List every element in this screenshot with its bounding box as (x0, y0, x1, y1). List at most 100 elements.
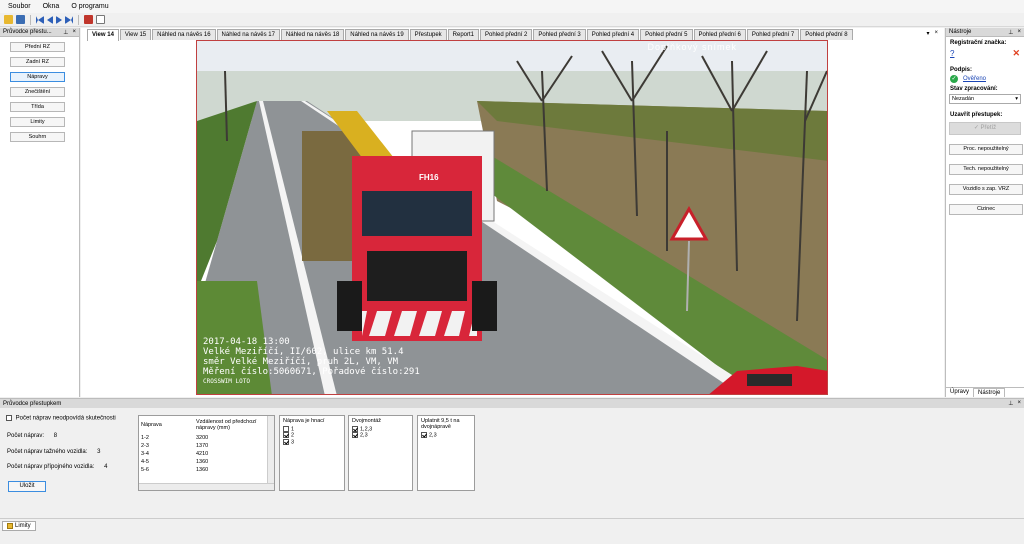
nav-button-front-plate[interactable]: Přední RZ (10, 42, 65, 52)
drive-axle-item[interactable]: 3 (283, 438, 341, 445)
apply-tandem-item[interactable]: 2,3 (421, 432, 471, 438)
tab-report[interactable]: Report1 (447, 29, 480, 40)
axle-cell: 2-3 (141, 443, 149, 449)
nav-button-pollution[interactable]: Znečištění (10, 87, 65, 97)
first-record-icon[interactable] (36, 15, 44, 24)
table-header-row: Náprava Vzdálenost od předchozí nápravy … (139, 416, 266, 434)
tab-trailer-16[interactable]: Náhled na návěs 16 (152, 29, 216, 40)
menu-o-programu[interactable]: O programu (71, 3, 108, 10)
tractor-axles-row: Počet náprav tažného vozidla: 3 (7, 449, 100, 455)
reg-plate-value[interactable]: ? (950, 49, 954, 58)
tab-front-6[interactable]: Pohled přední 6 (693, 29, 746, 40)
table-row[interactable]: 2-3 1370 (139, 442, 266, 450)
save-icon[interactable] (16, 15, 25, 24)
save-button[interactable]: Uložit (8, 481, 46, 492)
report-icon[interactable] (84, 15, 93, 24)
tab-upravy[interactable]: Úpravy (946, 388, 973, 397)
tab-front-7[interactable]: Pohled přední 7 (746, 29, 800, 40)
processing-state-value: Nezadán (952, 96, 975, 102)
mismatch-checkbox[interactable] (6, 415, 12, 421)
foreigner-button[interactable]: Cizinec (949, 204, 1023, 215)
signature-status-link[interactable]: Ověřeno (963, 76, 986, 82)
table-row[interactable]: 3-4 4210 (139, 450, 266, 458)
dual-mount-title: Dvojmontáž (352, 418, 382, 424)
checkbox[interactable] (421, 432, 427, 438)
limits-icon (7, 523, 13, 529)
tools-panel-tabs: Úpravy Nástroje (946, 387, 1024, 397)
close-icon[interactable]: × (72, 29, 76, 36)
tab-front-8[interactable]: Pohled přední 8 (800, 29, 853, 40)
table-row[interactable]: 5-6 1360 (139, 466, 266, 474)
distance-cell: 1360 (196, 459, 209, 465)
close-violation-label: Uzavřít přestupek: (950, 112, 1003, 118)
dual-mount-item[interactable]: 2,3 (352, 432, 409, 439)
table-row[interactable]: 4-5 1360 (139, 458, 266, 466)
table-row[interactable]: 1-2 3200 (139, 434, 266, 442)
overlay-line: Velké Meziříčí, II/602, ulice km 51.4 (203, 347, 404, 357)
overlay-title: Doplňkový snímek (647, 42, 737, 52)
table-horizontal-scrollbar[interactable] (139, 483, 274, 490)
nav-button-limits[interactable]: Limity (10, 117, 65, 127)
menu-okna[interactable]: Okna (43, 3, 60, 10)
preview-icon[interactable] (96, 15, 105, 24)
axle-distance-table: Náprava Vzdálenost od předchozí nápravy … (138, 415, 275, 491)
tab-trailer-18[interactable]: Náhled na návěs 18 (280, 29, 345, 40)
clear-plate-icon[interactable]: ✕ (1012, 48, 1020, 59)
measurement-overlay: 2017-04-18 13:00 Velké Meziříčí, II/602,… (203, 337, 420, 387)
apply-tandem-title: Uplatnit 9,5 t na dvojnápravě (421, 418, 460, 430)
checkbox[interactable] (283, 438, 289, 445)
trailer-axles-row: Počet náprav přípojného vozidla: 4 (7, 464, 107, 470)
checkbox[interactable] (283, 432, 289, 439)
tab-front-5[interactable]: Pohled přední 5 (640, 29, 693, 40)
tab-close-icon[interactable]: × (934, 30, 938, 37)
tech-unusable-button[interactable]: Tech. nepoužitelný (949, 164, 1023, 175)
pin-icon[interactable]: ⊥ (63, 29, 68, 36)
open-folder-icon[interactable] (4, 15, 13, 24)
tab-trailer-17[interactable]: Náhled na návěs 17 (216, 29, 280, 40)
document-area: View 14 View 15 Náhled na návěs 16 Náhle… (81, 28, 944, 397)
overload-button-label: Přetíž (980, 125, 997, 131)
axle-count-label: Počet náprav: (7, 433, 45, 439)
verified-check-icon: ✓ (950, 75, 958, 83)
close-icon[interactable]: × (1017, 29, 1021, 36)
menu-soubor[interactable]: Soubor (8, 3, 31, 10)
tab-view-15[interactable]: View 15 (119, 29, 152, 40)
axle-table: Náprava Vzdálenost od předchozí nápravy … (139, 416, 266, 474)
previous-record-icon[interactable] (47, 15, 53, 24)
pin-icon[interactable]: ⊥ (1008, 29, 1013, 36)
view-tabs: View 14 View 15 Náhled na návěs 16 Náhle… (87, 29, 854, 41)
axle-cell: 4-5 (141, 459, 149, 465)
violation-wizard-panel: Průvodce přestupkem ⊥ × Počet náprav neod… (0, 398, 1024, 518)
nav-button-axles[interactable]: Nápravy (10, 72, 65, 82)
next-record-icon[interactable] (56, 15, 62, 24)
checkbox[interactable] (352, 432, 358, 439)
processing-state-select[interactable]: Nezadán ▾ (949, 94, 1021, 104)
tab-view-14[interactable]: View 14 (87, 29, 119, 41)
nav-button-summary[interactable]: Souhrn (10, 132, 65, 142)
overlay-line: 2017-04-18 13:00 (203, 337, 290, 347)
tab-limity[interactable]: Limity (2, 521, 36, 531)
tab-violation[interactable]: Přestupek (409, 29, 447, 40)
tools-panel: Nástroje ⊥ × Registrační značka: ? ✕ Podp… (945, 28, 1024, 397)
proc-unusable-button[interactable]: Proc. nepoužitelný (949, 144, 1023, 155)
tab-front-3[interactable]: Pohled přední 3 (533, 29, 586, 40)
distance-cell: 4210 (196, 451, 209, 457)
overload-button[interactable]: ✓ Přetíž (949, 122, 1021, 135)
table-vertical-scrollbar[interactable] (267, 416, 274, 484)
pin-icon[interactable]: ⊥ (1008, 400, 1013, 407)
nav-button-class[interactable]: Třída (10, 102, 65, 112)
camera-image[interactable]: Doplňkový snímek FH16 2017-04-18 13:00 V… (196, 40, 828, 395)
tab-trailer-19[interactable]: Náhled na návěs 19 (345, 29, 409, 40)
last-record-icon[interactable] (65, 15, 73, 24)
tab-front-4[interactable]: Pohled přední 4 (586, 29, 640, 40)
vehicle-vrz-button[interactable]: Vozidlo s zap. VRZ (949, 184, 1023, 195)
apply-tandem-item-label: 2,3 (429, 432, 437, 439)
close-icon[interactable]: × (1017, 400, 1021, 407)
overlay-line: směr Velké Meziříčí, pruh 2L, VM, VM (203, 357, 399, 367)
tab-front-2[interactable]: Pohled přední 2 (480, 29, 533, 40)
tab-dropdown-icon[interactable]: ▾ (926, 30, 929, 37)
tools-panel-title: Nástroje (949, 29, 972, 35)
nav-button-rear-plate[interactable]: Zadní RZ (10, 57, 65, 67)
mismatch-label: Počet náprav neodpovídá skutečnosti (15, 415, 116, 422)
tab-nastroje[interactable]: Nástroje (973, 388, 1006, 397)
